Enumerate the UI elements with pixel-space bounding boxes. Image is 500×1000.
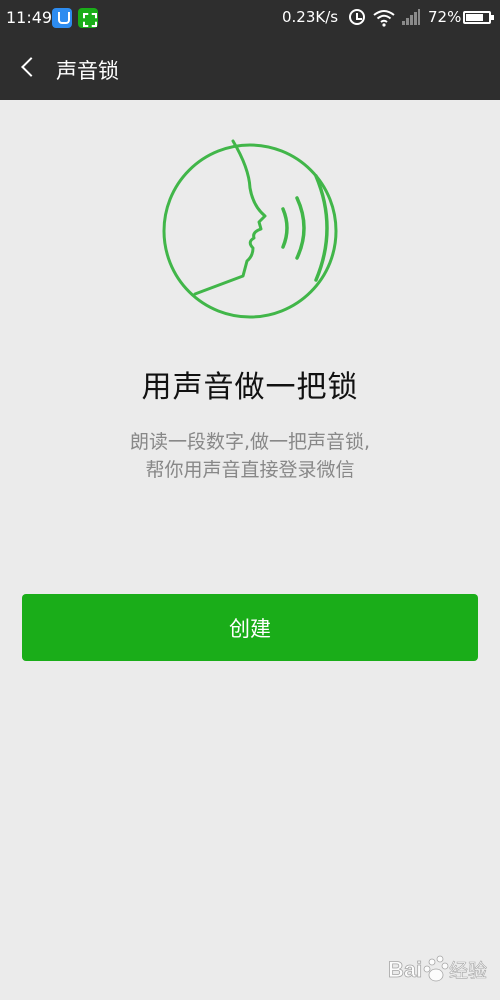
- signal-icon: [402, 9, 420, 25]
- page-title: 声音锁: [56, 59, 119, 83]
- nav-bar: 声音锁: [0, 36, 500, 100]
- wifi-icon: [373, 10, 395, 27]
- baidu-jingyan-watermark: Bai 经验: [388, 955, 487, 982]
- app-scan-icon: [78, 8, 98, 28]
- battery-percent: 72%: [428, 8, 462, 26]
- status-bar: 11:49 0.23K/s 72%: [0, 0, 500, 36]
- description-line-1: 朗读一段数字,做一把声音锁,: [129, 431, 371, 453]
- face-voice-icon: [162, 139, 338, 319]
- back-button[interactable]: [8, 48, 48, 88]
- create-button[interactable]: 创建: [22, 594, 478, 661]
- battery-icon: [463, 11, 494, 24]
- svg-text:Bai: Bai: [388, 957, 422, 982]
- network-speed: 0.23K/s: [282, 8, 339, 26]
- alarm-icon: [349, 9, 365, 25]
- app-notification-icon: [52, 8, 72, 28]
- feature-description: 朗读一段数字,做一把声音锁, 帮你用声音直接登录微信: [40, 428, 460, 484]
- svg-text:经验: 经验: [449, 960, 487, 982]
- description-line-2: 帮你用声音直接登录微信: [145, 459, 355, 481]
- status-time: 11:49: [6, 8, 53, 27]
- feature-heading: 用声音做一把锁: [141, 370, 359, 405]
